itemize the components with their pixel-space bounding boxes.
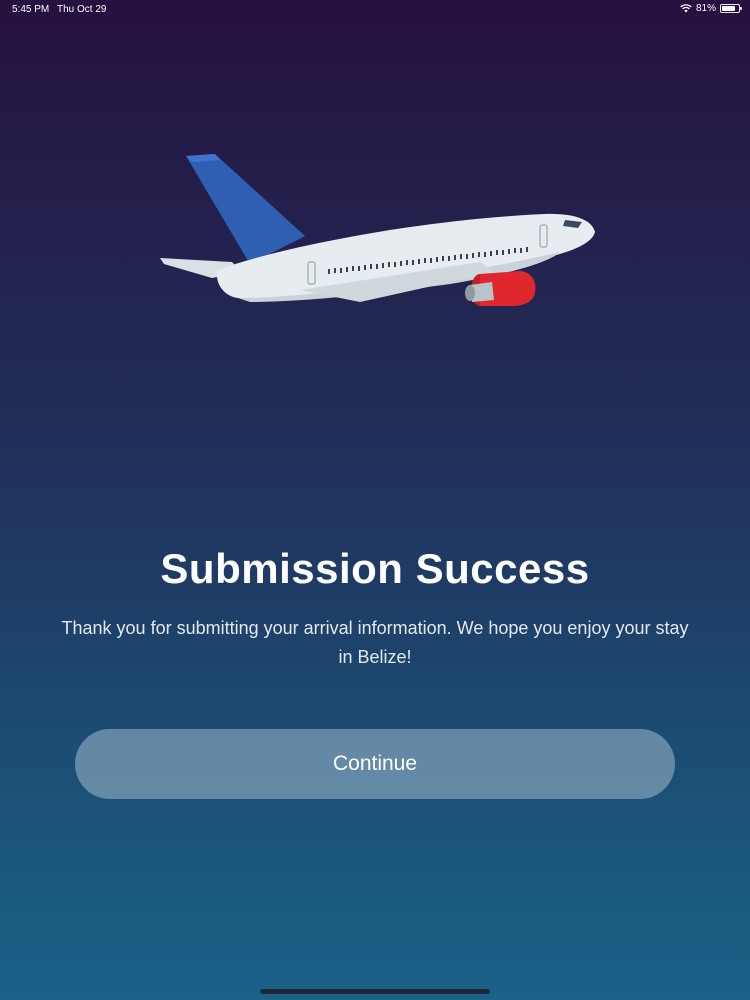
continue-button[interactable]: Continue: [75, 729, 675, 799]
battery-icon: [720, 4, 742, 13]
home-indicator[interactable]: [260, 989, 490, 994]
battery-cap: [740, 7, 742, 10]
battery-percent: 81%: [695, 3, 716, 14]
status-indicators: 81%: [680, 3, 742, 14]
status-bar: 5:45 PM Thu Oct 29 81%: [0, 0, 750, 20]
airplane-illustration: [160, 154, 596, 306]
wifi-icon: [680, 4, 692, 13]
status-date: Thu Oct 29: [57, 4, 107, 15]
success-message: Thank you for submitting your arrival in…: [61, 618, 689, 667]
airplane-tail-fin: [186, 154, 305, 264]
battery-level-fill: [722, 6, 735, 11]
page-title: Submission Success: [160, 545, 590, 592]
status-time: 5:45 PM: [12, 4, 50, 15]
